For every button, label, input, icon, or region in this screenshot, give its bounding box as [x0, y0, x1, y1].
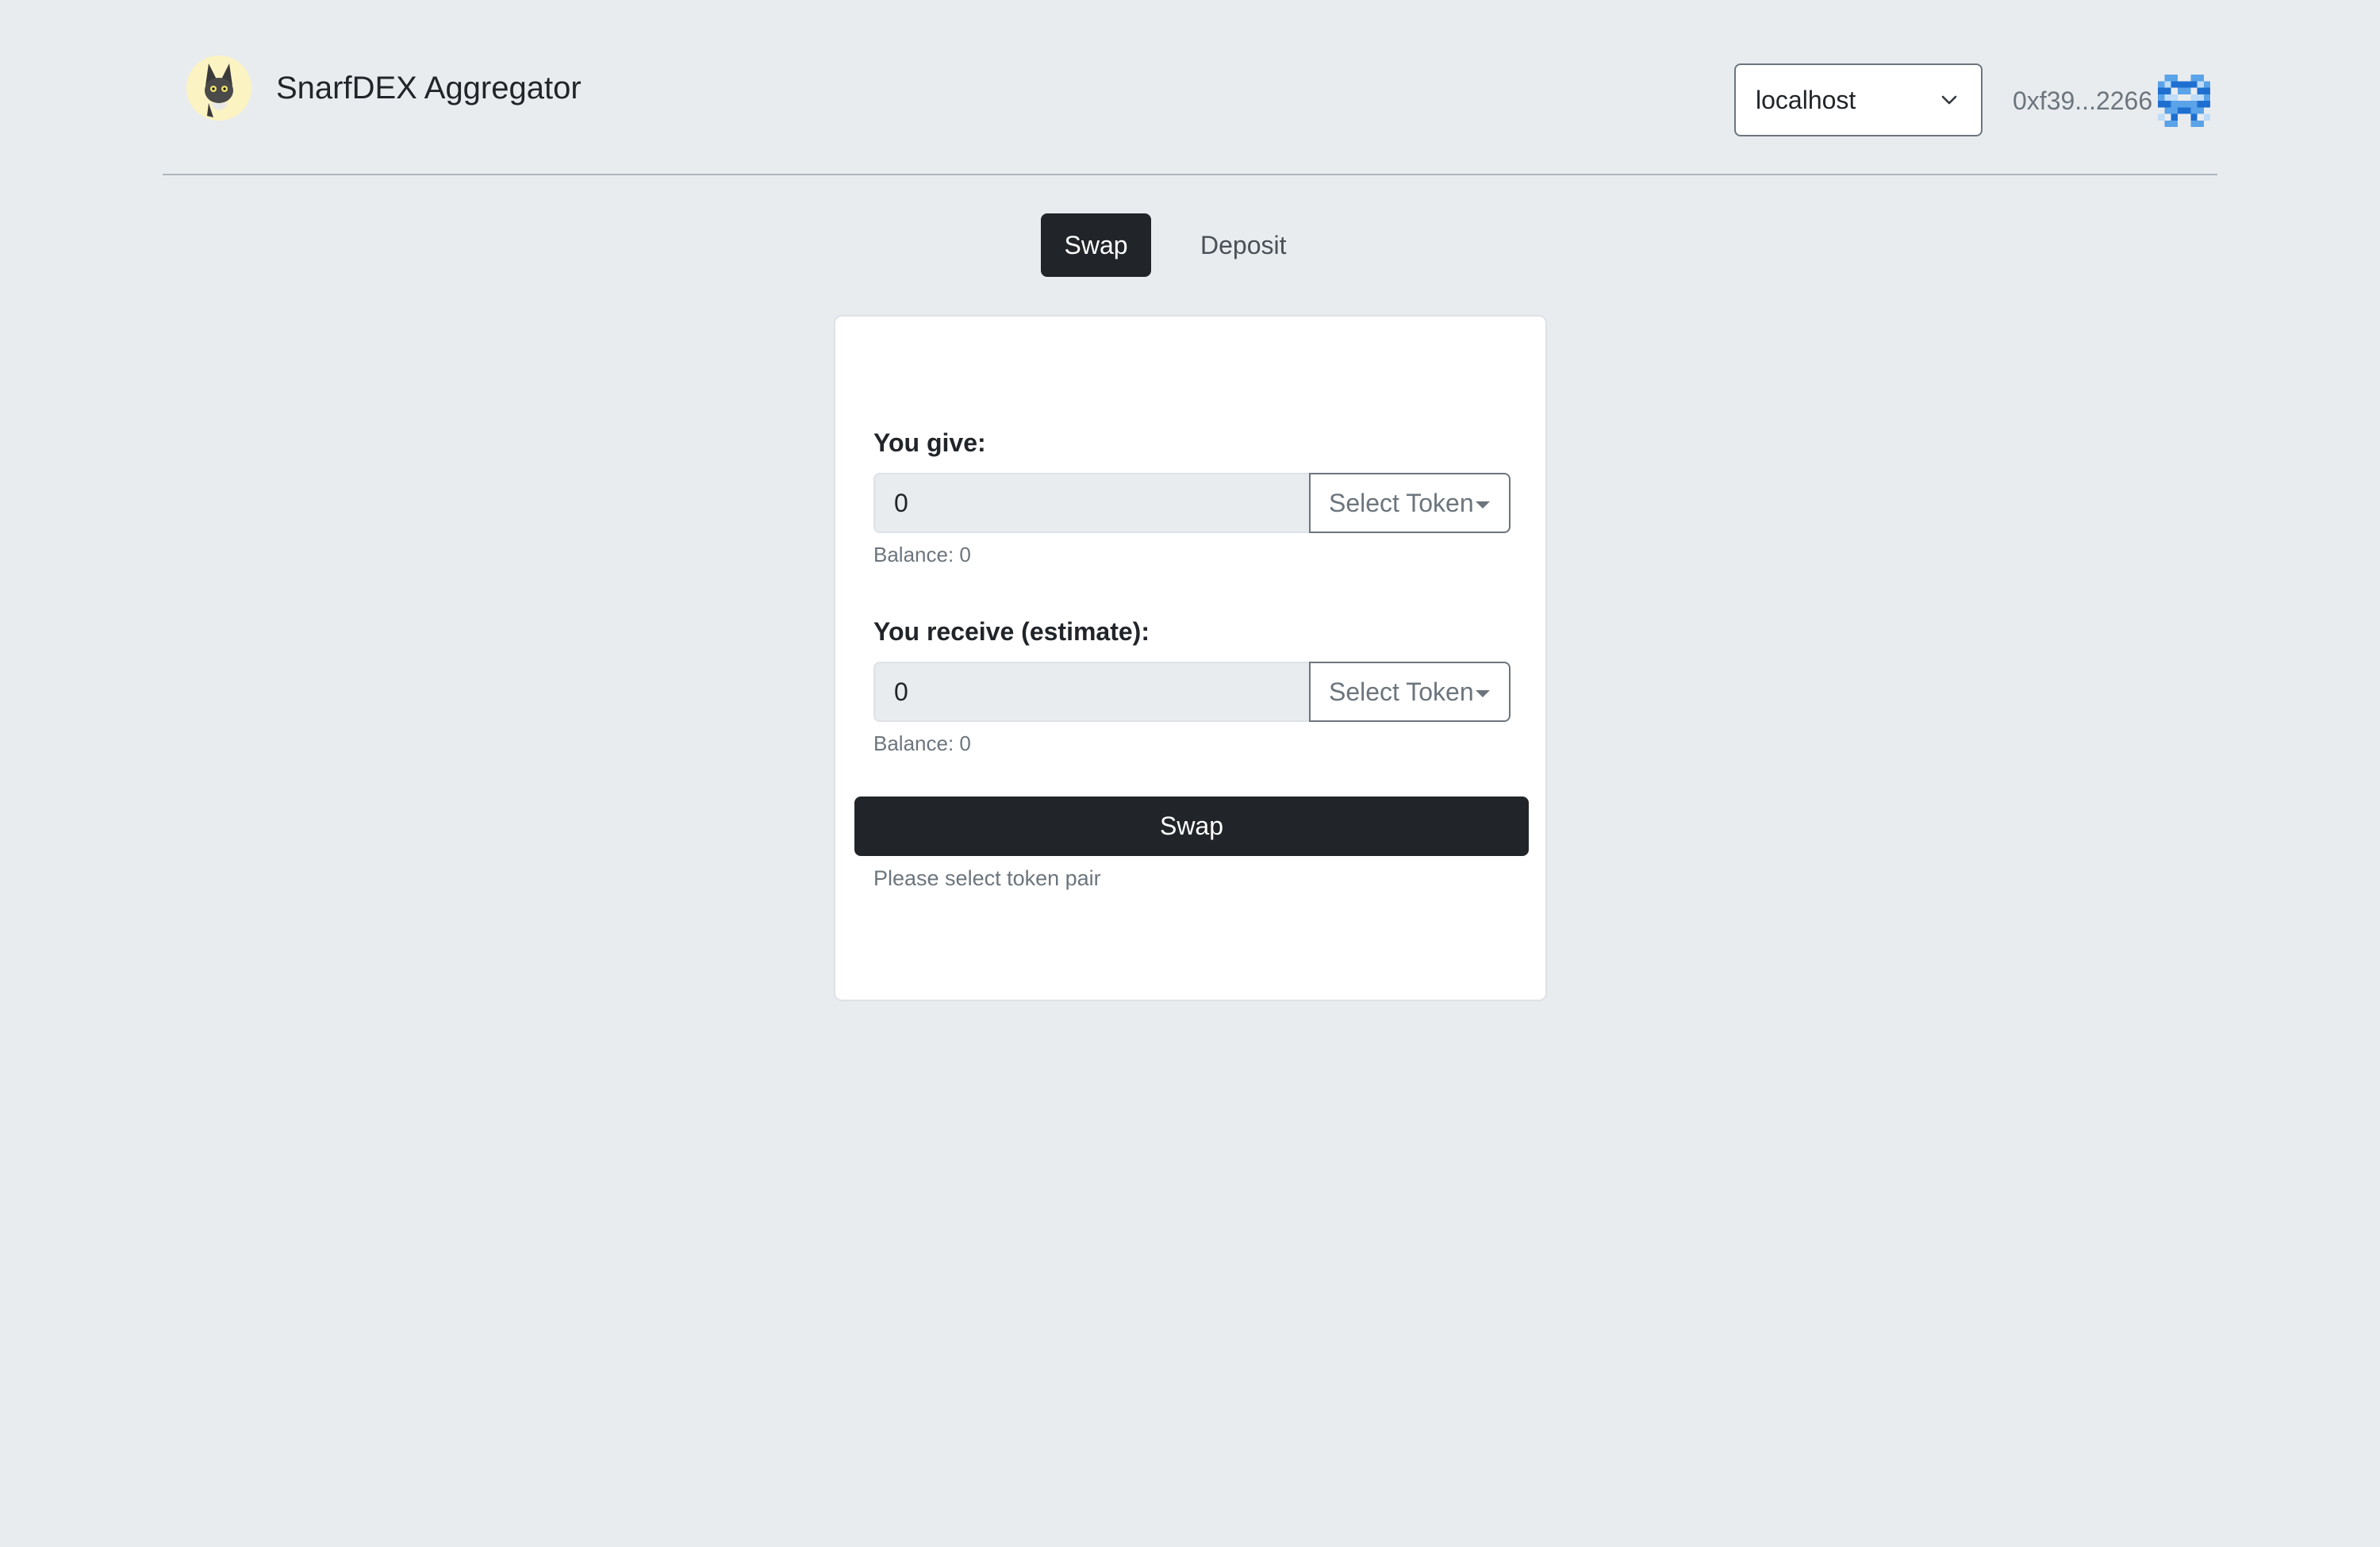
- identicon-icon[interactable]: [2158, 75, 2210, 127]
- swap-card: You give: Select Token Balance: 0 You re…: [834, 315, 1547, 1001]
- receive-label: You receive (estimate):: [873, 617, 1150, 646]
- give-token-select[interactable]: Select Token: [1309, 473, 1511, 533]
- give-token-label: Select Token: [1329, 488, 1474, 517]
- give-balance: Balance: 0: [873, 543, 971, 566]
- tab-deposit[interactable]: Deposit: [1200, 213, 1287, 277]
- chevron-down-icon: [1941, 95, 1957, 105]
- receive-token-select[interactable]: Select Token: [1309, 662, 1511, 722]
- network-select-value: localhost: [1756, 85, 1856, 114]
- caret-down-icon: [1476, 501, 1490, 509]
- tab-swap[interactable]: Swap: [1041, 213, 1151, 277]
- swap-button[interactable]: Swap: [854, 797, 1529, 856]
- caret-down-icon: [1476, 690, 1490, 697]
- receive-token-label: Select Token: [1329, 677, 1474, 706]
- status-message: Please select token pair: [873, 866, 1101, 890]
- give-amount-input[interactable]: [873, 473, 1309, 533]
- network-select[interactable]: localhost: [1734, 63, 1983, 136]
- give-input-group: Select Token: [873, 473, 1511, 533]
- main-tabs: Swap Deposit: [1041, 213, 1287, 277]
- app-title: SnarfDEX Aggregator: [276, 71, 582, 106]
- receive-balance: Balance: 0: [873, 731, 971, 755]
- receive-input-group: Select Token: [873, 662, 1511, 722]
- give-label: You give:: [873, 428, 986, 457]
- receive-amount-input[interactable]: [873, 662, 1309, 722]
- app-header: SnarfDEX Aggregator localhost 0xf39...22…: [163, 0, 2217, 175]
- app-logo[interactable]: [186, 56, 251, 121]
- wallet-address[interactable]: 0xf39...2266: [2013, 85, 2152, 117]
